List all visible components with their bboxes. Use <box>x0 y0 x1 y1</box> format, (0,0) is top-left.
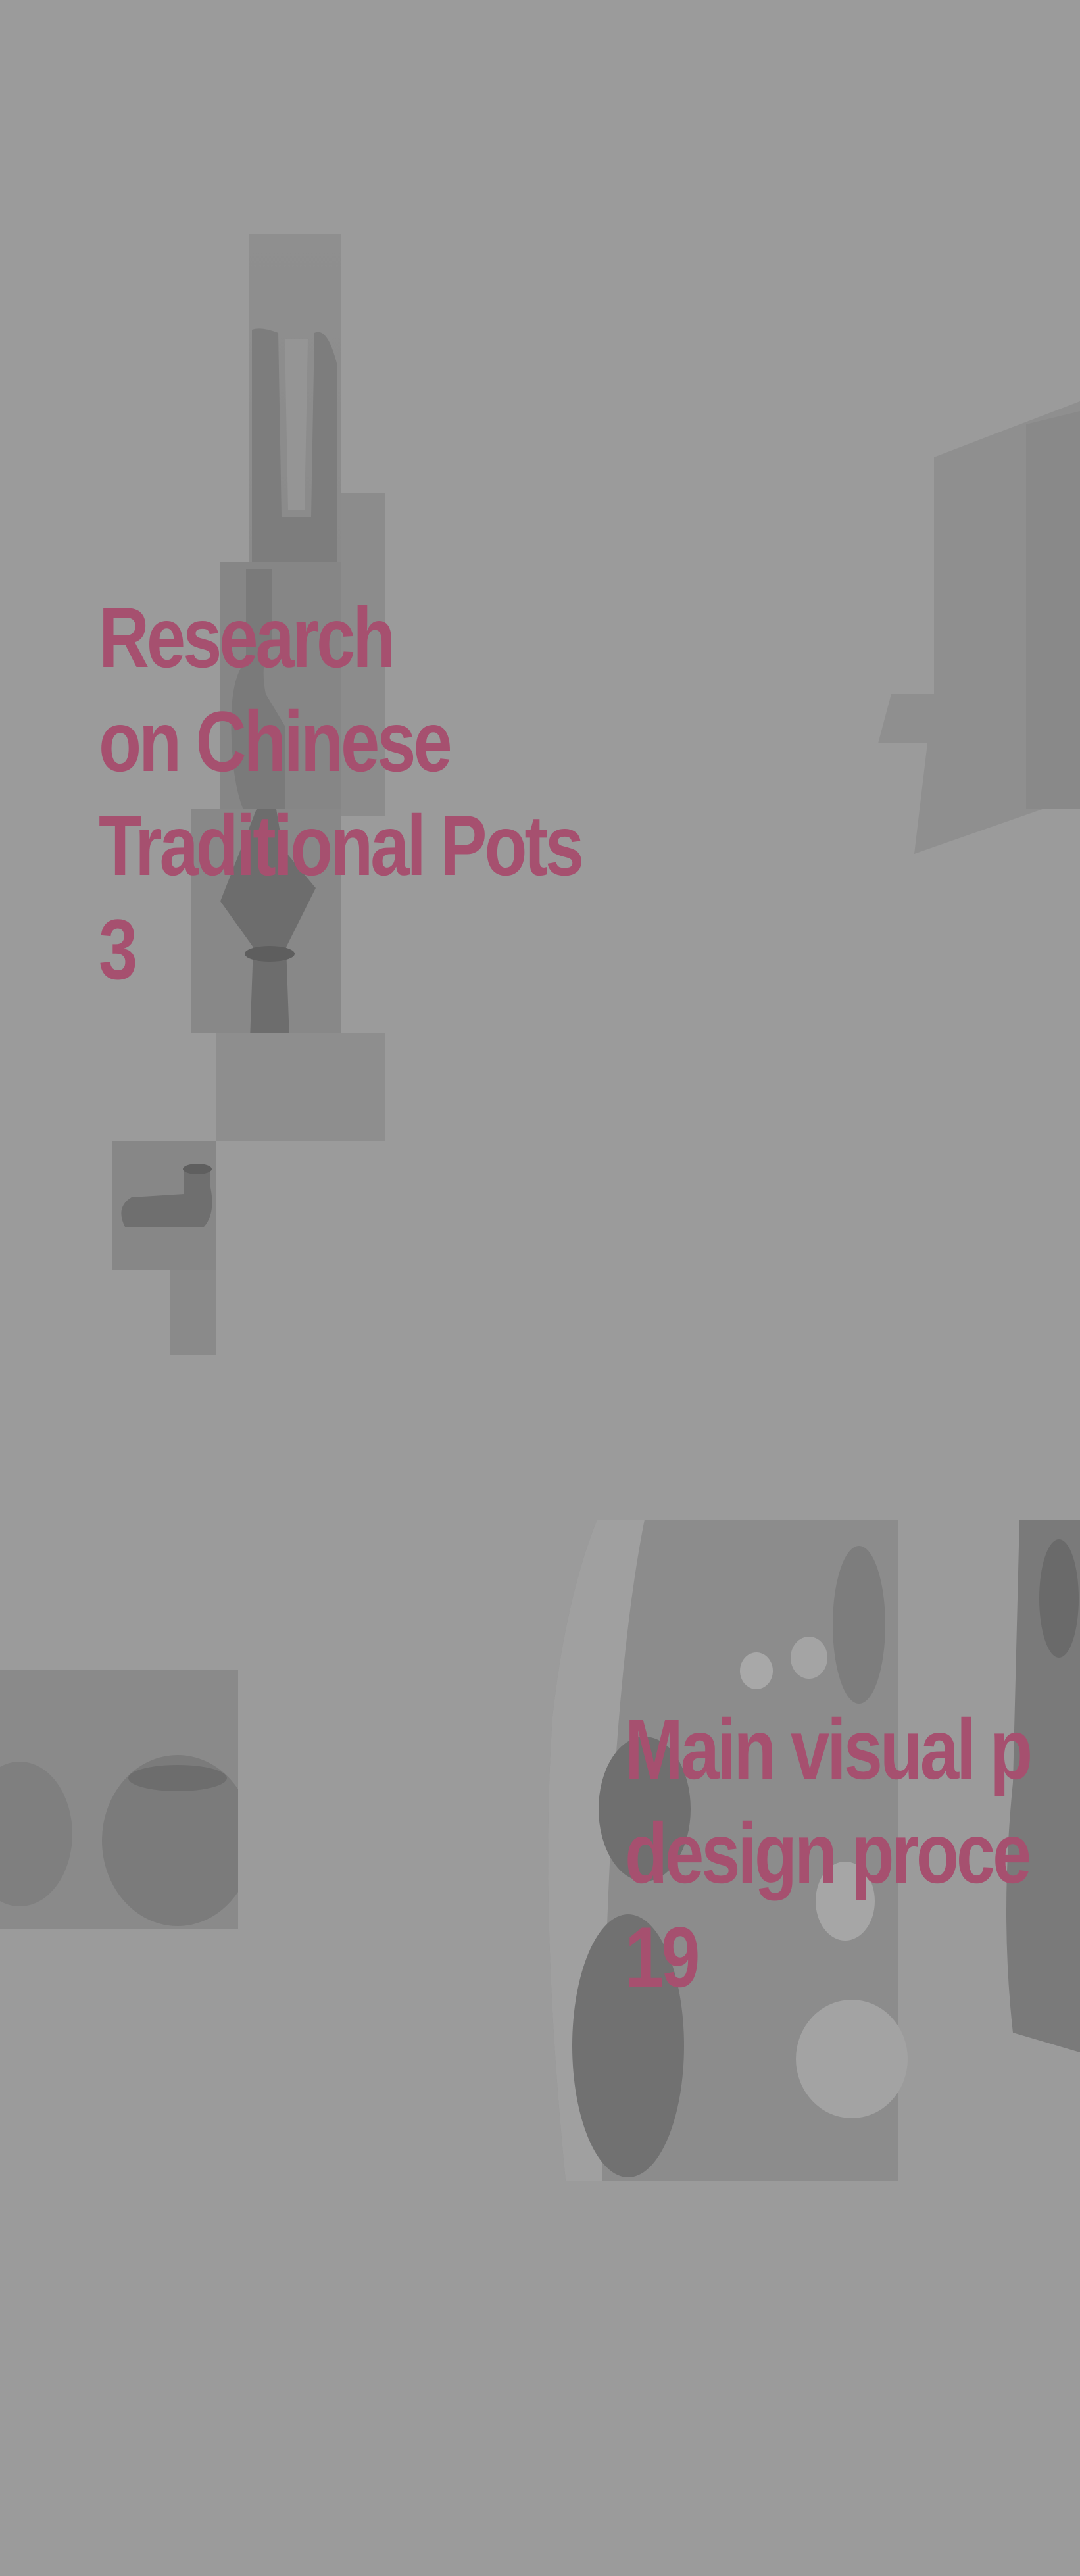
project-title-main-visual: Main visual p design proce 19 <box>625 1697 1033 2009</box>
project-title-line: Main visual p <box>625 1701 1033 1797</box>
small-pot-illustration <box>121 1164 212 1227</box>
project-number: 19 <box>625 1909 700 2005</box>
pot-image-base <box>216 1033 385 1141</box>
pot-image-small-left <box>112 1141 216 1270</box>
project-number: 3 <box>99 901 137 997</box>
project-title-line: design proce <box>625 1805 1031 1901</box>
project-title-research: Research on Chinese Traditional Pots 3 <box>99 585 584 1001</box>
pot-image-tall <box>249 234 341 576</box>
project-gallery: Research on Chinese Traditional Pots 3 n… <box>0 0 1080 2576</box>
project-title-clip: nd pe <box>0 1645 78 2039</box>
project-title-line: on Chinese <box>99 693 453 789</box>
pot-image-small-bottom <box>170 1270 216 1355</box>
project-card-main-visual[interactable]: Main visual p design proce 19 <box>526 1513 1080 2204</box>
project-title-line: Traditional Pots <box>99 797 584 893</box>
project-card-partial-left[interactable]: nd pe <box>0 1645 263 2039</box>
angled-panel-image <box>878 401 1080 854</box>
project-card-partial-right-top[interactable] <box>875 388 1080 862</box>
project-title-line: Research <box>99 589 395 685</box>
jug-handle-illustration <box>252 328 337 563</box>
